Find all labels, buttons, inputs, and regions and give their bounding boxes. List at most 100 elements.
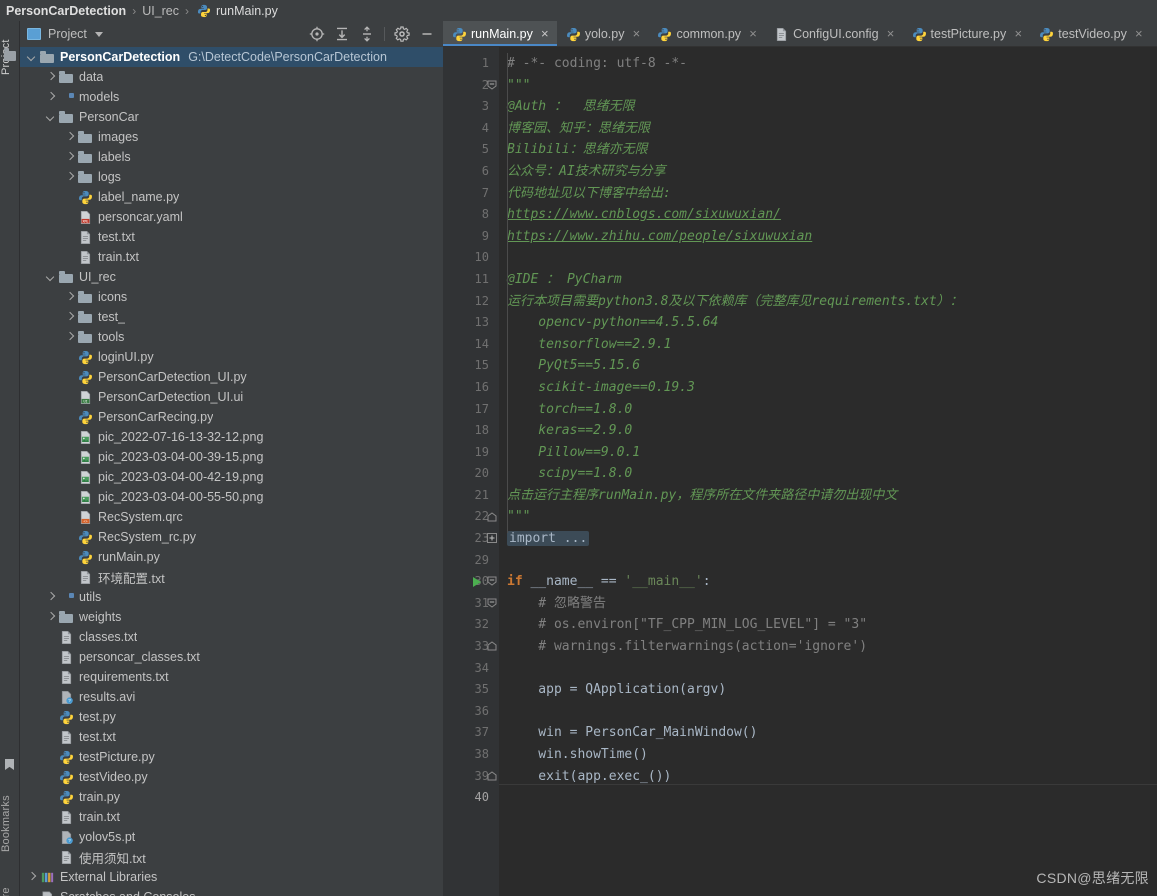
tree-row[interactable]: UI_rec xyxy=(20,267,443,287)
tree-row[interactable]: 环境配置.txt xyxy=(20,567,443,587)
tree-row[interactable]: pic_2022-07-16-13-32-12.png xyxy=(20,427,443,447)
tree-row[interactable]: Scratches and Consoles xyxy=(20,887,443,896)
tree-row[interactable]: UI PersonCarDetection_UI.ui xyxy=(20,387,443,407)
code-line[interactable]: scikit-image==0.19.3 xyxy=(507,377,1157,399)
expand-all-icon[interactable] xyxy=(334,26,350,42)
line-number[interactable]: 3 xyxy=(443,96,499,118)
code-line[interactable] xyxy=(507,550,1157,572)
chevron-right-icon[interactable] xyxy=(64,172,75,183)
line-number[interactable]: 8 xyxy=(443,204,499,226)
breadcrumb-file[interactable]: runMain.py xyxy=(216,4,278,18)
tree-row[interactable]: tools xyxy=(20,327,443,347)
code-line[interactable]: # -*- coding: utf-8 -*- xyxy=(507,53,1157,75)
line-number[interactable]: 13 xyxy=(443,312,499,334)
code-line[interactable]: app = QApplication(argv) xyxy=(507,679,1157,701)
tree-row[interactable]: PersonCarRecing.py xyxy=(20,407,443,427)
tree-row[interactable]: pic_2023-03-04-00-39-15.png xyxy=(20,447,443,467)
collapse-fold-icon[interactable] xyxy=(487,80,497,90)
collapsed-import-region[interactable]: import ... xyxy=(507,531,590,547)
breadcrumb-project[interactable]: PersonCarDetection xyxy=(6,4,126,18)
code-line[interactable]: """ xyxy=(507,506,1157,528)
close-icon[interactable]: × xyxy=(748,27,758,40)
tree-row[interactable]: pic_2023-03-04-00-42-19.png xyxy=(20,467,443,487)
chevron-right-icon[interactable] xyxy=(64,152,75,163)
line-number[interactable]: 32 xyxy=(443,614,499,636)
line-number[interactable]: 29 xyxy=(443,550,499,572)
tree-row[interactable]: requirements.txt xyxy=(20,667,443,687)
tree-row[interactable]: logs xyxy=(20,167,443,187)
line-number[interactable]: 19 xyxy=(443,442,499,464)
tree-row[interactable]: data xyxy=(20,67,443,87)
chevron-right-icon[interactable] xyxy=(26,872,37,883)
code-line[interactable] xyxy=(507,658,1157,680)
line-number[interactable]: 17 xyxy=(443,399,499,421)
chevron-right-icon[interactable] xyxy=(64,332,75,343)
line-number[interactable]: 14 xyxy=(443,334,499,356)
tree-row[interactable]: label_name.py xyxy=(20,187,443,207)
code-content[interactable]: # -*- coding: utf-8 -*- """ @Auth ： 思绪无限 博客… xyxy=(499,47,1157,896)
chevron-right-icon[interactable] xyxy=(64,292,75,303)
line-number[interactable]: 12 xyxy=(443,291,499,313)
chevron-right-icon[interactable] xyxy=(45,92,56,103)
code-line[interactable]: 点击运行主程序runMain.py，程序所在文件夹路径中请勿出现中文 xyxy=(507,485,1157,507)
tree-row[interactable]: classes.txt xyxy=(20,627,443,647)
tree-row[interactable]: RecSystem_rc.py xyxy=(20,527,443,547)
line-number[interactable]: 1 xyxy=(443,53,499,75)
expand-fold-icon[interactable] xyxy=(487,533,497,544)
line-number[interactable]: 37 xyxy=(443,722,499,744)
tree-row[interactable]: test_ xyxy=(20,307,443,327)
code-line[interactable]: # warnings.filterwarnings(action='ignore… xyxy=(507,636,1157,658)
close-icon[interactable]: × xyxy=(631,27,641,40)
code-line[interactable]: """ xyxy=(507,75,1157,97)
chevron-down-icon[interactable] xyxy=(26,52,37,63)
collapse-fold-icon[interactable] xyxy=(487,511,497,522)
tree-row[interactable]: loginUI.py xyxy=(20,347,443,367)
code-line[interactable]: win.showTime() xyxy=(507,744,1157,766)
tree-row[interactable]: runMain.py xyxy=(20,547,443,567)
tree-row[interactable]: External Libraries xyxy=(20,867,443,887)
line-number[interactable]: 40 xyxy=(443,787,499,809)
tree-row[interactable]: test.txt xyxy=(20,727,443,747)
chevron-right-icon[interactable] xyxy=(64,312,75,323)
tree-row[interactable]: PersonCarDetection G:\DetectCode\PersonCa… xyxy=(20,47,443,67)
code-line[interactable]: # 忽略警告 xyxy=(507,593,1157,615)
code-line[interactable]: https://www.cnblogs.com/sixuwuxian/ xyxy=(507,204,1157,226)
line-number[interactable]: 5 xyxy=(443,139,499,161)
line-number[interactable]: 11 xyxy=(443,269,499,291)
code-line[interactable]: torch==1.8.0 xyxy=(507,399,1157,421)
line-number[interactable]: 21 xyxy=(443,485,499,507)
tree-row[interactable]: personcar_classes.txt xyxy=(20,647,443,667)
tree-row[interactable]: 使用须知.txt xyxy=(20,847,443,867)
gear-icon[interactable] xyxy=(394,26,410,42)
tool-window-structure[interactable]: ructure xyxy=(0,875,20,896)
tree-row[interactable]: labels xyxy=(20,147,443,167)
tree-row[interactable]: ? results.avi xyxy=(20,687,443,707)
collapse-fold-icon[interactable] xyxy=(487,576,497,587)
tree-row[interactable]: pic_2023-03-04-00-55-50.png xyxy=(20,487,443,507)
close-icon[interactable]: × xyxy=(886,27,896,40)
line-number-gutter[interactable]: 1 2 3 4 5 6 7 8 9 10 11 12 13 14 15 16 17 18 19 20 21 22 23 29 3… xyxy=(443,47,499,896)
tree-row[interactable]: testPicture.py xyxy=(20,747,443,767)
tree-row[interactable]: icons xyxy=(20,287,443,307)
tree-row[interactable]: PersonCarDetection_UI.py xyxy=(20,367,443,387)
editor-tab[interactable]: runMain.py × xyxy=(443,21,557,46)
editor-tab[interactable]: ConfigUI.config × xyxy=(765,21,902,46)
line-number[interactable]: 20 xyxy=(443,463,499,485)
code-line[interactable]: https://www.zhihu.com/people/sixuwuxian xyxy=(507,226,1157,248)
line-number[interactable]: 9 xyxy=(443,226,499,248)
run-gutter-icon[interactable] xyxy=(473,577,481,588)
line-number[interactable]: 16 xyxy=(443,377,499,399)
chevron-right-icon[interactable] xyxy=(64,132,75,143)
code-line[interactable]: # os.environ["TF_CPP_MIN_LOG_LEVEL"] = "… xyxy=(507,614,1157,636)
line-number[interactable]: 34 xyxy=(443,658,499,680)
close-icon[interactable]: × xyxy=(1134,27,1144,40)
chevron-right-icon[interactable] xyxy=(45,72,56,83)
line-number[interactable]: 4 xyxy=(443,118,499,140)
chevron-right-icon[interactable] xyxy=(45,592,56,603)
tree-row[interactable]: XML personcar.yaml xyxy=(20,207,443,227)
code-line[interactable] xyxy=(507,787,1157,809)
code-line[interactable]: opencv-python==4.5.5.64 xyxy=(507,312,1157,334)
code-line[interactable]: 运行本项目需要python3.8及以下依赖库（完整库见requirements.… xyxy=(507,291,1157,313)
code-line[interactable]: @IDE ： PyCharm xyxy=(507,269,1157,291)
tree-row[interactable]: <> RecSystem.qrc xyxy=(20,507,443,527)
